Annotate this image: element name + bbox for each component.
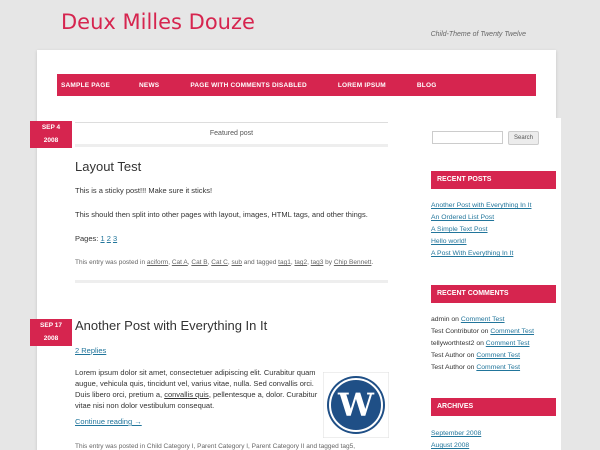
recent-comment-item: admin on Comment Test [431, 316, 505, 323]
author-link[interactable]: Chip Bennett [334, 259, 372, 266]
nav-item-lorem-ipsum[interactable]: Lorem Ipsum [338, 82, 386, 89]
tag-link[interactable]: tag3 [311, 259, 324, 266]
page-link[interactable]: 1 [100, 234, 104, 243]
recent-comment-item: Test Author on Comment Test [431, 352, 521, 359]
category-link[interactable]: Cat A [172, 259, 188, 266]
post-date-badge: SEP 4 2008 [30, 121, 72, 148]
recent-post-link[interactable]: Another Post with Everything In It [431, 202, 532, 209]
comment-post-link[interactable]: Comment Test [461, 316, 505, 323]
recent-post-link[interactable]: An Ordered List Post [431, 214, 494, 221]
nav-item-news[interactable]: News [139, 82, 159, 89]
category-link[interactable]: Cat C [211, 259, 228, 266]
recent-comment-item: Test Author on Comment Test [431, 364, 521, 371]
post-paragraph: This should then split into other pages … [75, 210, 368, 219]
tag-link[interactable]: tag2 [294, 259, 307, 266]
search-button[interactable]: Search [508, 131, 539, 145]
widget-title-recent-posts: Recent Posts [431, 171, 556, 189]
site-title[interactable]: Deux Milles Douze [61, 10, 255, 34]
continue-reading-link[interactable]: Continue reading → [75, 417, 142, 426]
page-link[interactable]: 2 [107, 234, 111, 243]
category-link[interactable]: sub [232, 259, 242, 266]
search-input[interactable] [432, 131, 503, 144]
post-date-month: SEP 17 [40, 322, 62, 329]
post-date-year: 2008 [43, 334, 59, 342]
featured-post-label: Featured post [75, 122, 388, 147]
recent-comment-item: Test Contributor on Comment Test [431, 328, 535, 335]
post-excerpt: Lorem ipsum dolor sit amet, consectetuer… [75, 368, 318, 410]
comment-post-link[interactable]: Comment Test [490, 328, 534, 335]
recent-post-link[interactable]: A Post With Everything In It [431, 250, 513, 257]
site-description: Child-Theme of Twenty Twelve [430, 31, 526, 38]
widget-title-archives: Archives [431, 398, 556, 416]
post-pagination: Pages: 1 2 3 [75, 233, 388, 244]
post-title[interactable]: Layout Test [75, 159, 141, 174]
post-date-month: SEP 4 [41, 124, 61, 131]
recent-post-link[interactable]: A Simple Text Post [431, 226, 488, 233]
entry-meta: This entry was posted in aciform, Cat A,… [75, 259, 374, 266]
archive-link[interactable]: September 2008 [431, 430, 481, 437]
comment-post-link[interactable]: Comment Test [486, 340, 530, 347]
widget-title-recent-comments: Recent Comments [431, 285, 556, 303]
archive-link[interactable]: August 2008 [431, 442, 469, 449]
svg-text:W: W [337, 386, 375, 424]
replies-link[interactable]: 2 Replies [75, 346, 106, 355]
recent-comment-item: tellyworthtest2 on Comment Test [431, 340, 530, 347]
inline-link[interactable]: convallis quis [164, 390, 209, 399]
comment-post-link[interactable]: Comment Test [476, 364, 520, 371]
entry-meta: This entry was posted in Child Category … [75, 443, 356, 450]
pages-label: Pages: [75, 234, 101, 243]
main-navigation: Sample Page News Page with comments disa… [57, 74, 536, 96]
comments-link-wrap: 2 Replies [75, 345, 388, 356]
post-date-badge: SEP 17 2008 [30, 319, 72, 346]
post-date-year: 2008 [43, 136, 59, 144]
nav-item-blog[interactable]: Blog [417, 82, 437, 89]
post-separator [75, 280, 388, 283]
category-link[interactable]: aciform [147, 259, 168, 266]
category-link[interactable]: Cat B [191, 259, 207, 266]
post-title[interactable]: Another Post with Everything In It [75, 318, 267, 333]
page-link[interactable]: 3 [113, 234, 117, 243]
recent-post-link[interactable]: Hello world! [431, 238, 467, 245]
nav-item-sample-page[interactable]: Sample Page [61, 82, 110, 89]
post-paragraph: This is a sticky post!!! Make sure it st… [75, 186, 213, 195]
comment-post-link[interactable]: Comment Test [476, 352, 520, 359]
tag-link[interactable]: tag1 [278, 259, 291, 266]
nav-item-page-comments-disabled[interactable]: Page with comments disabled [190, 82, 307, 89]
wordpress-logo-icon[interactable]: W [323, 372, 389, 438]
